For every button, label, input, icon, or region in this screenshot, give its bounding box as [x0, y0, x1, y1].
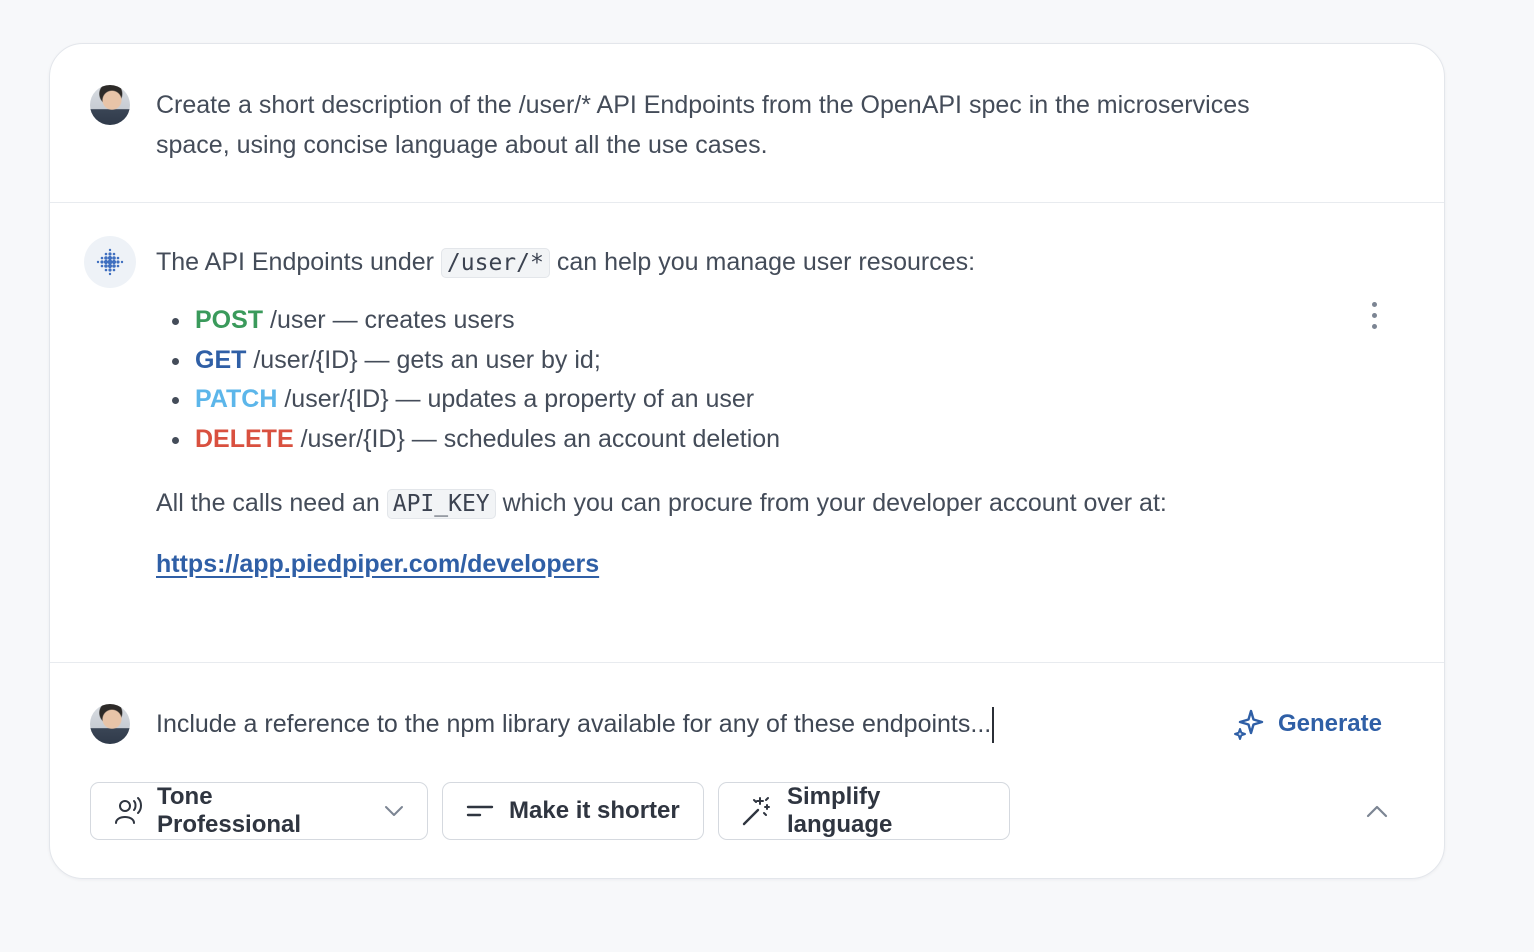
endpoint-path: /user/{ID} [300, 424, 405, 453]
http-method-label: GET [195, 345, 247, 374]
endpoint-path: /user/{ID} [253, 345, 358, 374]
sparkle-icon [1233, 709, 1264, 740]
user-avatar-icon [90, 704, 130, 744]
note-text: All the calls need an [156, 489, 380, 517]
assistant-message: The API Endpoints under /user/* can help… [50, 202, 1444, 663]
tone-select[interactable]: Tone Professional [90, 782, 428, 840]
magic-wand-icon [742, 797, 770, 826]
intro-text-end: can help you manage user resources: [556, 248, 976, 276]
generate-label: Generate [1277, 710, 1382, 737]
user-message: Create a short description of the /user/… [50, 44, 1444, 203]
lines-icon [466, 805, 494, 817]
generate-button[interactable]: Generate [1232, 704, 1382, 744]
tone-label: Tone Professional [157, 783, 302, 838]
voice-user-icon [115, 797, 142, 824]
endpoint-description: — gets an user by id; [357, 345, 601, 374]
endpoint-list: POST /user — creates users GET /user/{ID}… [156, 301, 1336, 459]
api-key-note: All the calls need an API_KEY which you … [156, 483, 1336, 524]
developers-link[interactable]: https://app.piedpiper.com/developers [156, 550, 599, 579]
endpoint-item: GET /user/{ID} — gets an user by id; [170, 341, 1336, 381]
endpoint-description: — updates a property of an user [388, 385, 755, 413]
http-method-label: PATCH [195, 385, 278, 413]
text-caret [992, 707, 995, 744]
inline-code-api-key: API_KEY [386, 489, 496, 519]
endpoint-item: DELETE /user/{ID} — schedules an account… [170, 420, 1336, 460]
chevron-up-icon[interactable] [1364, 799, 1390, 825]
endpoint-description: — creates users [325, 306, 515, 334]
prompt-input-value: Include a reference to the npm library a… [156, 710, 992, 738]
intro-text: The API Endpoints under [156, 248, 434, 276]
shorter-label: Make it shorter [509, 797, 680, 824]
simplify-label: Simplify language [787, 783, 893, 838]
http-method-label: POST [195, 306, 264, 334]
endpoint-item: POST /user — creates users [170, 301, 1336, 341]
inline-code-path: /user/* [440, 248, 550, 278]
assistant-intro: The API Endpoints under /user/* can help… [156, 242, 1336, 283]
endpoint-item: PATCH /user/{ID} — updates a property of… [170, 380, 1336, 420]
user-avatar-icon [90, 85, 130, 125]
chat-card: Create a short description of the /user/… [49, 43, 1445, 879]
simplify-language-button[interactable]: Simplify language [718, 782, 1010, 840]
kebab-menu-icon[interactable] [1364, 296, 1384, 336]
make-shorter-button[interactable]: Make it shorter [442, 782, 704, 840]
assistant-dots-icon [84, 236, 136, 288]
suggestion-chips: Tone Professional Make it shorter Simpli… [90, 782, 1010, 840]
prompt-input[interactable]: Include a reference to the npm library a… [156, 704, 995, 744]
endpoint-description: — schedules an account deletion [404, 424, 781, 453]
endpoint-path: /user [270, 306, 326, 334]
user-prompt-text: Create a short description of the /user/… [156, 91, 1250, 159]
assistant-response: The API Endpoints under /user/* can help… [156, 242, 1336, 579]
endpoint-path: /user/{ID} [284, 385, 389, 413]
http-method-label: DELETE [195, 424, 294, 453]
chevron-down-icon [385, 806, 403, 816]
note-text-end: which you can procure from your develope… [502, 489, 1167, 517]
composer: Include a reference to the npm library a… [50, 662, 1444, 878]
